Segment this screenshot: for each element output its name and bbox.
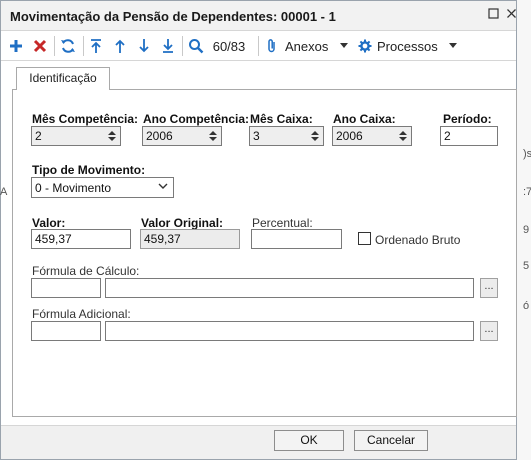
valor-original-field: 459,37 bbox=[140, 229, 240, 249]
title-bar: Movimentação da Pensão de Dependentes: 0… bbox=[1, 1, 516, 31]
mes-competencia-label: Mês Competência: bbox=[32, 112, 139, 126]
cancel-button[interactable]: Cancelar bbox=[354, 430, 428, 451]
previous-record-button[interactable] bbox=[112, 37, 128, 55]
spinner-arrows-icon[interactable] bbox=[308, 128, 322, 144]
formula-adicional-description-field[interactable] bbox=[105, 321, 474, 341]
tipo-movimento-value: 0 - Movimento bbox=[35, 181, 112, 195]
periodo-field[interactable]: 2 bbox=[440, 126, 498, 146]
spinner-arrows-icon[interactable] bbox=[206, 128, 220, 144]
arrow-up-icon bbox=[115, 39, 125, 53]
mes-competencia-value: 2 bbox=[35, 129, 42, 143]
spinner-arrows-icon[interactable] bbox=[396, 128, 410, 144]
formula-calculo-lookup-button[interactable]: ... bbox=[480, 278, 498, 298]
background-fragment: :7 bbox=[523, 186, 531, 198]
formula-calculo-code-field[interactable] bbox=[31, 278, 101, 298]
first-record-icon bbox=[91, 39, 101, 53]
search-button[interactable] bbox=[187, 37, 205, 55]
close-button[interactable] bbox=[503, 7, 519, 23]
first-record-button[interactable] bbox=[88, 37, 104, 55]
ano-caixa-spinner[interactable]: 2006 bbox=[332, 126, 412, 146]
periodo-label: Período: bbox=[443, 112, 492, 126]
search-icon bbox=[189, 39, 204, 54]
valor-field[interactable]: 459,37 bbox=[31, 229, 131, 249]
ano-caixa-label: Ano Caixa: bbox=[333, 112, 396, 126]
tab-identificacao[interactable]: Identificação bbox=[16, 67, 110, 90]
toolbar: 60/83 Anexos Processos bbox=[1, 31, 516, 61]
background-fragment: )s bbox=[523, 148, 531, 160]
valor-label: Valor: bbox=[32, 216, 66, 230]
delete-button[interactable] bbox=[32, 37, 48, 55]
gear-icon bbox=[358, 39, 372, 53]
caret-down-icon bbox=[448, 43, 457, 48]
dialog-window: Movimentação da Pensão de Dependentes: 0… bbox=[0, 0, 517, 460]
window-title: Movimentação da Pensão de Dependentes: 0… bbox=[10, 9, 336, 24]
ano-competencia-label: Ano Competência: bbox=[143, 112, 250, 126]
toolbar-separator bbox=[54, 36, 55, 56]
ano-competencia-spinner[interactable]: 2006 bbox=[142, 126, 222, 146]
mes-caixa-value: 3 bbox=[253, 129, 260, 143]
processes-menu[interactable]: Processos bbox=[358, 37, 458, 55]
caret-down-icon bbox=[340, 43, 349, 48]
refresh-icon bbox=[61, 39, 75, 53]
ok-button[interactable]: OK bbox=[274, 430, 344, 451]
percentual-label: Percentual: bbox=[252, 216, 313, 230]
formula-calculo-label: Fórmula de Cálculo: bbox=[32, 264, 140, 278]
mes-competencia-spinner[interactable]: 2 bbox=[31, 126, 121, 146]
formula-adicional-code-field[interactable] bbox=[31, 321, 101, 341]
delete-x-icon bbox=[33, 39, 47, 53]
maximize-button[interactable] bbox=[485, 7, 501, 23]
attachments-label: Anexos bbox=[285, 38, 329, 54]
ano-caixa-value: 2006 bbox=[336, 129, 363, 143]
formula-adicional-label: Fórmula Adicional: bbox=[32, 307, 131, 321]
ordenado-bruto-checkbox[interactable] bbox=[358, 232, 371, 245]
mes-caixa-spinner[interactable]: 3 bbox=[249, 126, 324, 146]
formula-adicional-lookup-button[interactable]: ... bbox=[480, 321, 498, 341]
dialog-footer: OK Cancelar bbox=[1, 425, 516, 459]
background-fragment: 9 bbox=[523, 224, 530, 236]
processes-label: Processos bbox=[377, 38, 438, 54]
tab-container: Identificação Mês Competência: 2 Ano Com… bbox=[12, 67, 517, 417]
spinner-arrows-icon[interactable] bbox=[105, 128, 119, 144]
tipo-movimento-select[interactable]: 0 - Movimento bbox=[31, 177, 174, 198]
formula-calculo-description-field[interactable] bbox=[105, 278, 474, 298]
background-window-strip: )s :7 9 5 ó bbox=[516, 0, 531, 460]
toolbar-separator bbox=[83, 36, 84, 56]
chevron-down-icon bbox=[158, 183, 168, 189]
arrow-down-icon bbox=[139, 39, 149, 53]
toolbar-separator bbox=[182, 36, 183, 56]
record-position: 60/83 bbox=[212, 38, 246, 54]
valor-original-label: Valor Original: bbox=[141, 216, 224, 230]
add-button[interactable] bbox=[8, 37, 24, 55]
tipo-movimento-label: Tipo de Movimento: bbox=[32, 163, 146, 177]
background-fragment: A bbox=[0, 186, 8, 198]
maximize-icon bbox=[487, 8, 499, 19]
last-record-icon bbox=[163, 39, 173, 53]
mes-caixa-label: Mês Caixa: bbox=[250, 112, 313, 126]
refresh-button[interactable] bbox=[59, 37, 77, 55]
attachments-menu[interactable]: Anexos bbox=[267, 37, 351, 55]
last-record-button[interactable] bbox=[160, 37, 176, 55]
background-fragment: ó bbox=[523, 300, 530, 312]
percentual-field[interactable] bbox=[251, 229, 342, 249]
plus-icon bbox=[10, 40, 22, 52]
toolbar-separator bbox=[258, 36, 259, 56]
close-icon bbox=[506, 9, 516, 18]
ano-competencia-value: 2006 bbox=[146, 129, 173, 143]
background-fragment: 5 bbox=[523, 260, 530, 272]
tab-panel-identificacao: Mês Competência: 2 Ano Competência: 2006… bbox=[12, 89, 517, 417]
ordenado-bruto-label: Ordenado Bruto bbox=[375, 233, 461, 247]
next-record-button[interactable] bbox=[136, 37, 152, 55]
paperclip-icon bbox=[268, 39, 275, 53]
